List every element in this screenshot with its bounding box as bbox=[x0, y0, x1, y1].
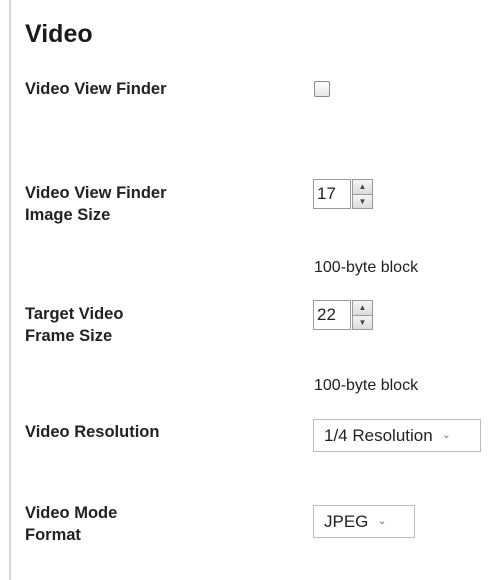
view-finder-image-size-stepper[interactable]: 17 ▲ ▼ bbox=[313, 179, 387, 209]
left-border bbox=[9, 0, 11, 580]
view-finder-label: Video View Finder bbox=[25, 80, 167, 98]
arrow-up-icon[interactable]: ▲ bbox=[353, 301, 372, 316]
view-finder-image-size-unit: 100-byte block bbox=[314, 259, 419, 276]
chevron-down-icon: ⌄ bbox=[377, 515, 387, 527]
resolution-selected-value: 1/4 Resolution bbox=[324, 426, 433, 445]
stepper-buttons: ▲ ▼ bbox=[352, 300, 373, 330]
mode-format-select[interactable]: JPEG ⌄ bbox=[313, 505, 415, 538]
arrow-up-icon[interactable]: ▲ bbox=[353, 180, 372, 195]
target-frame-size-input[interactable]: 22 bbox=[313, 300, 351, 330]
resolution-select[interactable]: 1/4 Resolution ⌄ bbox=[313, 419, 481, 452]
target-frame-size-unit: 100-byte block bbox=[314, 377, 419, 394]
chevron-down-icon: ⌄ bbox=[441, 429, 451, 441]
view-finder-checkbox[interactable] bbox=[314, 81, 330, 97]
view-finder-image-size-label: Video View Finder Image Size bbox=[25, 184, 167, 224]
arrow-down-icon[interactable]: ▼ bbox=[353, 315, 372, 329]
stepper-buttons: ▲ ▼ bbox=[352, 179, 373, 209]
target-frame-size-label: Target Video Frame Size bbox=[25, 305, 124, 345]
arrow-down-icon[interactable]: ▼ bbox=[353, 194, 372, 208]
section-title: Video bbox=[25, 20, 93, 48]
mode-format-label: Video Mode Format bbox=[25, 504, 118, 544]
target-frame-size-stepper[interactable]: 22 ▲ ▼ bbox=[313, 300, 387, 330]
mode-format-selected-value: JPEG bbox=[324, 512, 369, 531]
view-finder-image-size-input[interactable]: 17 bbox=[313, 179, 351, 209]
resolution-label: Video Resolution bbox=[25, 423, 160, 441]
